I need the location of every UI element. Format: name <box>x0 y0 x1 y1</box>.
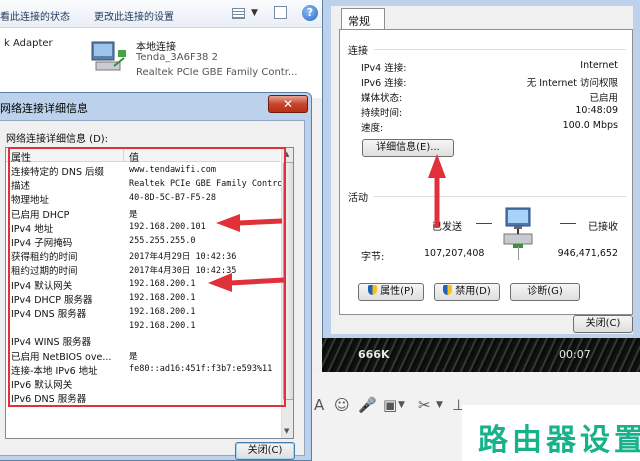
details-button[interactable]: 详细信息(E)... <box>362 139 454 157</box>
ipv6-connectivity-label: IPv6 连接: <box>361 78 407 89</box>
status-close-button[interactable]: 关闭(C) <box>573 315 633 333</box>
adapter-label: k Adapter <box>4 38 53 49</box>
connections-toolbar: 看此连接的状态 更改此连接的设置 ▼ ? <box>0 0 322 28</box>
bytes-label: 字节: <box>361 252 385 263</box>
connection-group-label: 连接 <box>348 46 368 57</box>
tab-general[interactable]: 常规 <box>341 8 385 30</box>
sent-line <box>476 223 492 224</box>
network-activity-icon <box>503 207 533 248</box>
network-adapter-icon[interactable] <box>88 36 128 76</box>
chevron-down-icon[interactable]: ▼ <box>251 8 258 18</box>
dialog-title: 网络连接详细信息 <box>0 102 88 115</box>
close-icon[interactable]: ✕ <box>268 95 308 113</box>
connection-network: Tenda_3A6F38 2 <box>136 52 218 63</box>
speed-value: 100.0 Mbps <box>562 120 618 131</box>
media-state-value: 已启用 <box>589 93 618 104</box>
watermark-logo: 路由器设置 <box>478 423 640 458</box>
connection-device: Realtek PCIe GBE Family Contr... <box>136 67 298 78</box>
preview-pane-icon[interactable] <box>274 6 287 19</box>
connections-list: k Adapter 本地连接 Tenda_3A6F38 2 Realtek PC… <box>0 28 322 98</box>
image-icon[interactable]: ▣ <box>383 396 397 414</box>
scissors-icon[interactable]: ✂ <box>418 396 431 414</box>
received-line <box>560 223 576 224</box>
activity-group-label: 活动 <box>348 193 368 204</box>
disable-button-label: 禁用(D) <box>455 286 491 297</box>
media-left-value: 666K <box>358 348 390 361</box>
font-icon[interactable]: A <box>314 396 324 414</box>
scroll-down-icon[interactable]: ▼ <box>284 427 289 435</box>
received-label: 已接收 <box>588 222 618 233</box>
details-caption: 网络连接详细信息 (D): <box>6 134 109 145</box>
details-close-button[interactable]: 关闭(C) <box>235 442 295 460</box>
highlight-box <box>8 147 286 407</box>
status-dialog-body: 常规 连接 IPv4 连接: Internet IPv6 连接: 无 Inter… <box>331 6 633 334</box>
diagnose-button[interactable]: 诊断(G) <box>510 283 580 301</box>
bytes-received-value: 946,471,652 <box>557 248 618 259</box>
chevron-down-icon[interactable]: ▼ <box>398 400 405 410</box>
connection-status-dialog: 常规 连接 IPv4 连接: Internet IPv6 连接: 无 Inter… <box>322 0 640 338</box>
ipv6-connectivity-value: 无 Internet 访问权限 <box>526 78 618 89</box>
emoji-icon[interactable]: ☺ <box>334 396 350 414</box>
ipv4-connectivity-label: IPv4 连接: <box>361 63 407 74</box>
properties-button[interactable]: 属性(P) <box>358 283 424 301</box>
group-divider <box>374 49 626 50</box>
bytes-divider <box>518 246 519 260</box>
view-options-icon[interactable] <box>232 8 245 19</box>
duration-label: 持续时间: <box>361 108 403 119</box>
change-settings-button[interactable]: 更改此连接的设置 <box>94 8 174 23</box>
microphone-icon[interactable]: 🎤 <box>358 396 377 414</box>
shield-icon <box>368 285 378 295</box>
properties-button-label: 属性(P) <box>380 286 414 297</box>
help-icon[interactable]: ? <box>302 5 318 21</box>
connection-name[interactable]: 本地连接 <box>136 38 176 53</box>
shield-icon <box>443 285 453 295</box>
speed-label: 速度: <box>361 123 384 134</box>
media-right-value: 00:07 <box>559 348 591 361</box>
duration-value: 10:48:09 <box>575 105 618 116</box>
ipv4-connectivity-value: Internet <box>580 60 618 71</box>
chevron-down-icon[interactable]: ▼ <box>436 400 443 410</box>
disable-button[interactable]: 禁用(D) <box>434 283 500 301</box>
group-divider <box>374 196 626 197</box>
sent-label: 已发送 <box>432 222 462 233</box>
view-status-button[interactable]: 看此连接的状态 <box>0 8 70 23</box>
bytes-sent-value: 107,207,408 <box>424 248 485 259</box>
general-tab-panel: 连接 IPv4 连接: Internet IPv6 连接: 无 Internet… <box>339 29 633 315</box>
media-state-label: 媒体状态: <box>361 93 403 104</box>
